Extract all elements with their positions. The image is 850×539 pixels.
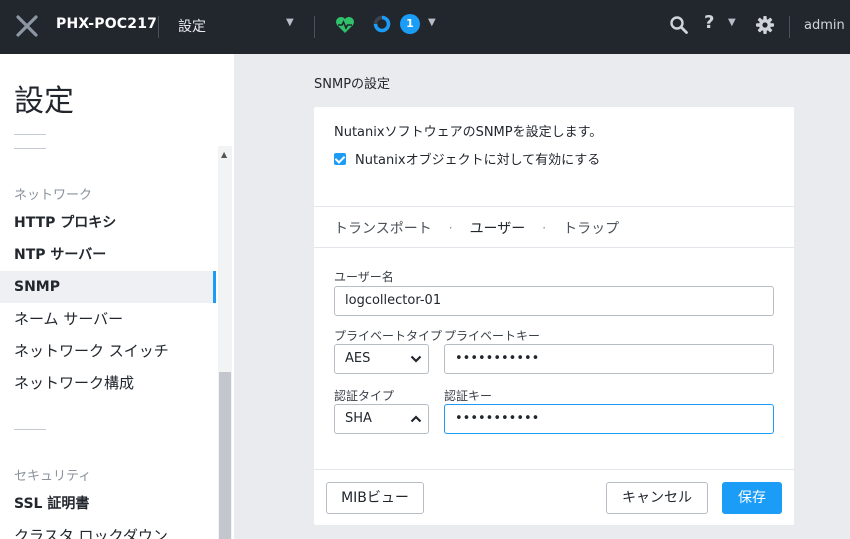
sidebar-item-network-config[interactable]: ネットワーク構成 <box>0 367 216 399</box>
auth-key-label: 認証キー <box>444 389 493 403</box>
divider <box>314 469 794 470</box>
task-count-badge[interactable]: 1 <box>400 14 420 34</box>
sidebar-item-ssl-certificate[interactable]: SSL 証明書 <box>0 488 216 520</box>
chevron-down-icon <box>410 355 422 363</box>
user-menu[interactable]: admin <box>804 18 845 33</box>
divider <box>314 247 794 248</box>
checkbox-label: Nutanixオブジェクトに対して有効にする <box>355 153 601 168</box>
tab-users[interactable]: ユーザー <box>470 218 526 238</box>
page-selector[interactable]: 設定 <box>178 16 206 36</box>
priv-type-value: AES <box>345 351 371 366</box>
tasks-progress-icon[interactable] <box>372 14 392 34</box>
tab-separator: · <box>542 221 547 235</box>
description-text: NutanixソフトウェアのSNMPを設定します。 <box>334 125 603 140</box>
snmp-tabs: トランスポート · ユーザー · トラップ <box>334 218 619 238</box>
sidebar-item-name-servers[interactable]: ネーム サーバー <box>0 303 216 335</box>
sidebar-group-security: セキュリティ <box>14 469 92 484</box>
tab-traps[interactable]: トラップ <box>563 218 619 238</box>
gear-icon[interactable] <box>754 14 776 36</box>
help-icon[interactable]: ? <box>704 12 714 33</box>
chevron-down-icon[interactable]: ▼ <box>428 17 436 28</box>
save-button[interactable]: 保存 <box>722 482 782 514</box>
divider <box>14 429 46 430</box>
sidebar-item-ntp-servers[interactable]: NTP サーバー <box>0 239 216 271</box>
divider <box>314 206 794 207</box>
scroll-up-arrow-icon[interactable]: ▲ <box>221 150 227 159</box>
auth-type-label: 認証タイプ <box>334 389 395 403</box>
top-navbar: PHX-POC217 設定 ▼ 1 ▼ ? ▼ admin <box>0 0 850 54</box>
page-title: SNMPの設定 <box>314 77 391 92</box>
health-heart-icon[interactable] <box>334 14 356 36</box>
sidebar-item-cluster-lockdown[interactable]: クラスタ ロックダウン <box>0 520 216 539</box>
priv-type-select[interactable]: AES <box>334 344 429 374</box>
priv-key-field[interactable]: ••••••••••• <box>444 344 774 374</box>
search-icon[interactable] <box>669 15 689 35</box>
divider <box>158 16 159 38</box>
cluster-name[interactable]: PHX-POC217 <box>56 16 157 32</box>
tab-separator: · <box>448 221 453 235</box>
sidebar-item-snmp[interactable]: SNMP <box>0 271 216 303</box>
nutanix-logo-icon[interactable] <box>16 15 38 37</box>
sidebar-group-network: ネットワーク <box>14 188 93 203</box>
checkbox-checked-icon[interactable] <box>334 152 346 165</box>
auth-key-field[interactable]: ••••••••••• <box>444 404 774 434</box>
sidebar-title: 設定 <box>14 84 74 119</box>
priv-type-label: プライベートタイプ <box>334 329 443 343</box>
divider <box>314 16 315 38</box>
settings-sidebar: 設定 ネットワーク HTTP プロキシ NTP サーバー SNMP ネーム サー… <box>0 54 234 539</box>
username-field[interactable]: logcollector-01 <box>334 286 774 316</box>
priv-key-label: プライベートキー <box>444 329 541 343</box>
sidebar-item-network-switch[interactable]: ネットワーク スイッチ <box>0 335 216 367</box>
chevron-up-icon <box>410 415 422 423</box>
mib-view-button[interactable]: MIBビュー <box>326 482 424 514</box>
tab-transport[interactable]: トランスポート <box>334 218 432 238</box>
chevron-down-icon[interactable]: ▼ <box>728 17 736 28</box>
divider <box>14 134 46 135</box>
chevron-down-icon[interactable]: ▼ <box>286 17 294 28</box>
auth-type-value: SHA <box>345 411 372 426</box>
cancel-button[interactable]: キャンセル <box>606 482 708 514</box>
sidebar-scrollbar-thumb[interactable] <box>219 372 231 539</box>
sidebar-item-http-proxy[interactable]: HTTP プロキシ <box>0 207 216 239</box>
divider <box>789 16 790 38</box>
auth-type-select[interactable]: SHA <box>334 404 429 434</box>
username-label: ユーザー名 <box>334 270 394 284</box>
divider <box>14 148 46 149</box>
enable-snmp-checkbox[interactable]: Nutanixオブジェクトに対して有効にする <box>334 149 600 168</box>
snmp-settings-card: NutanixソフトウェアのSNMPを設定します。 Nutanixオブジェクトに… <box>314 107 794 525</box>
